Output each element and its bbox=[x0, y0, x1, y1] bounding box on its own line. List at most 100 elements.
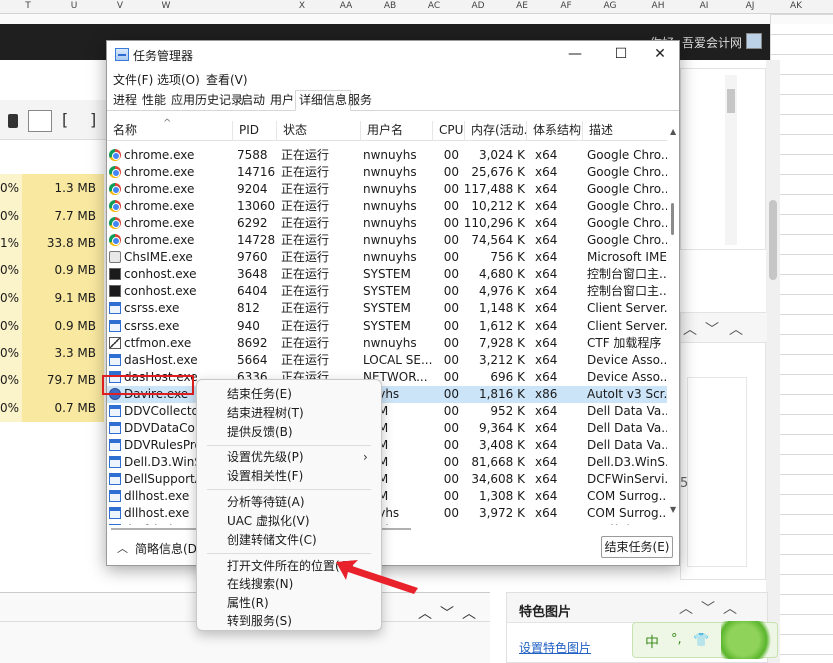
chevron-down-icon[interactable]: ﹀ bbox=[705, 319, 719, 339]
column-memory[interactable]: 内存(活动... bbox=[465, 121, 527, 141]
menu-file[interactable]: 文件(F) bbox=[113, 71, 153, 88]
menu-options[interactable]: 选项(O) bbox=[157, 71, 200, 88]
panel-toggle-icons[interactable]: ︿﹀︿ bbox=[679, 598, 745, 618]
table-row[interactable]: dllhost.exeTEM001,308 Kx64COM Surrog... bbox=[107, 488, 667, 505]
chevron-up-icon[interactable]: ︿ bbox=[462, 603, 476, 623]
menu-item-go-to-services[interactable]: 转到服务(S) bbox=[197, 612, 381, 631]
window-icon bbox=[109, 421, 121, 434]
table-row[interactable]: conhost.exe 3648 正在运行 SYSTEM 00 4,680 K x64 控制台… bbox=[107, 266, 667, 283]
process-name: chrome.exe bbox=[124, 199, 195, 214]
table-row[interactable]: ChsIME.exe 9760 正在运行 nwnuyhs 00 756 K x64 Micro… bbox=[107, 249, 667, 266]
menu-item-feedback[interactable]: 提供反馈(B) bbox=[197, 423, 381, 442]
table-row[interactable]: csrss.exe 812 正在运行 SYSTEM 00 1,148 K x64 Client… bbox=[107, 300, 667, 317]
cpu-cell: 00 bbox=[443, 386, 459, 401]
tab-details[interactable]: 详细信息 bbox=[295, 90, 352, 111]
table-row[interactable]: DDVCollectorSTEM00952 Kx64Dell Data Va..… bbox=[107, 403, 667, 420]
chevron-up-icon[interactable]: ︿ bbox=[729, 319, 743, 339]
menu-item-analyze-wait-chain[interactable]: 分析等待链(A) bbox=[197, 493, 381, 512]
column-label: AI bbox=[699, 1, 709, 11]
table-row[interactable]: chrome.exe 7588 正在运行 nwnuyhs 00 3,024 K x64 Goo… bbox=[107, 147, 667, 164]
site-name-link[interactable]: 吾爱会计网 bbox=[682, 34, 742, 51]
tab-startup[interactable]: 启动 bbox=[237, 90, 269, 111]
window-icon bbox=[109, 319, 121, 332]
panel-scrollbar[interactable] bbox=[725, 75, 737, 245]
tab-app-history[interactable]: 应用历史记录 bbox=[167, 90, 247, 111]
menu-item-uac-virtualization[interactable]: UAC 虚拟化(V) bbox=[197, 512, 381, 531]
ime-language-toggle[interactable]: 中 bbox=[645, 632, 659, 652]
description-cell: DCFWinServi... bbox=[587, 471, 667, 486]
tool-icon[interactable] bbox=[8, 114, 18, 128]
status-cell: 正在运行 bbox=[281, 284, 330, 299]
user-cell: SYSTEM bbox=[363, 318, 411, 333]
ime-skin-icon[interactable]: 👕 bbox=[693, 633, 709, 648]
bracket-open-icon[interactable]: [ bbox=[62, 110, 68, 129]
menu-item-set-priority[interactable]: 设置优先级(P) › bbox=[197, 448, 381, 467]
user-cell: SYSTEM bbox=[363, 301, 411, 316]
set-featured-image-link[interactable]: 设置特色图片 bbox=[519, 639, 591, 656]
frame-tool-icon[interactable] bbox=[28, 110, 52, 132]
column-pid[interactable]: PID bbox=[233, 121, 277, 141]
column-user[interactable]: 用户名 bbox=[361, 121, 433, 141]
chrome-icon bbox=[109, 183, 121, 196]
table-row[interactable]: chrome.exe 14728 正在运行 nwnuyhs 00 74,564 K x64 G… bbox=[107, 232, 667, 249]
avatar[interactable] bbox=[746, 33, 762, 49]
chevron-down-icon[interactable]: ﹀ bbox=[440, 603, 454, 623]
table-row[interactable]: DellSupportAsTEM0034,608 Kx64DCFWinServi… bbox=[107, 471, 667, 488]
table-row[interactable]: chrome.exe 6292 正在运行 nwnuyhs 00 110,296 K x64 G… bbox=[107, 215, 667, 232]
chevron-up-icon[interactable]: ︿ bbox=[418, 603, 432, 623]
scrollbar-thumb[interactable] bbox=[769, 200, 777, 280]
table-row[interactable]: chrome.exe 14716 正在运行 nwnuyhs 00 25,676 K x64 G… bbox=[107, 164, 667, 181]
scrollbar-thumb[interactable] bbox=[727, 89, 735, 113]
table-row[interactable]: dptf_helper.exnuyhs00600 Kx64Intel(R) Dy… bbox=[107, 522, 667, 525]
page-scrollbar[interactable] bbox=[766, 60, 780, 663]
pid-cell: 6404 bbox=[237, 284, 268, 299]
table-row[interactable]: dllhost.exenuyhs003,972 Kx64COM Surrog..… bbox=[107, 505, 667, 522]
table-row[interactable]: dasHost.exe 5664 正在运行 LOCAL SE... 00 3,212 K x… bbox=[107, 352, 667, 369]
scroll-down-icon[interactable]: ▼ bbox=[670, 505, 676, 514]
chrome-icon bbox=[109, 217, 121, 230]
architecture-cell: x64 bbox=[535, 199, 558, 214]
architecture-cell: x64 bbox=[535, 318, 558, 333]
ime-toolbar[interactable]: 中 °, 👕 bbox=[632, 621, 778, 659]
architecture-cell: x64 bbox=[535, 471, 558, 486]
end-task-button[interactable]: 结束任务(E) bbox=[601, 536, 673, 558]
table-row[interactable]: csrss.exe 940 正在运行 SYSTEM 00 1,612 K x64 Client… bbox=[107, 318, 667, 335]
name-cell: chrome.exe bbox=[107, 181, 233, 198]
tab-services[interactable]: 服务 bbox=[344, 90, 376, 111]
chevron-up-icon[interactable]: ︿ bbox=[683, 319, 697, 339]
bracket-close-icon[interactable]: ] bbox=[90, 110, 96, 129]
fewer-details-button[interactable]: 简略信息(D) bbox=[135, 540, 202, 557]
column-label: AD bbox=[471, 1, 485, 11]
menu-view[interactable]: 查看(V) bbox=[206, 71, 248, 88]
table-row[interactable]: ctfmon.exe 8692 正在运行 nwnuyhs 00 7,928 K x64 CTF… bbox=[107, 335, 667, 352]
table-row[interactable]: Dell.D3.WinSvTEM0081,668 Kx64Dell.D3.Win… bbox=[107, 454, 667, 471]
menu-item-set-affinity[interactable]: 设置相关性(F) bbox=[197, 467, 381, 486]
close-button[interactable]: ✕ bbox=[637, 41, 683, 69]
tab-performance[interactable]: 性能 bbox=[138, 90, 170, 111]
tab-processes[interactable]: 进程 bbox=[109, 90, 141, 111]
tab-users[interactable]: 用户 bbox=[266, 90, 298, 111]
menu-item-end-process-tree[interactable]: 结束进程树(T) bbox=[197, 404, 381, 423]
scrollbar-thumb[interactable] bbox=[671, 203, 674, 235]
column-name[interactable]: 名称 ^ bbox=[107, 118, 233, 141]
cpu-cell: 00 bbox=[433, 522, 463, 525]
column-status[interactable]: 状态 bbox=[277, 121, 361, 141]
table-row[interactable]: chrome.exe 9204 正在运行 nwnuyhs 00 117,488 K x64 G… bbox=[107, 181, 667, 198]
scroll-up-icon[interactable]: ▲ bbox=[670, 127, 676, 136]
chevron-up-icon[interactable]: ︿ bbox=[117, 540, 128, 556]
column-label: X bbox=[298, 1, 306, 11]
ime-punct-toggle[interactable]: °, bbox=[671, 632, 682, 647]
minimize-button[interactable]: — bbox=[552, 41, 598, 69]
cpu-percent: 0% bbox=[0, 366, 22, 394]
table-row[interactable]: DDVRulesProcTEM003,408 Kx64Dell Data Va.… bbox=[107, 437, 667, 454]
column-architecture[interactable]: 体系结构 bbox=[527, 121, 583, 141]
menu-separator bbox=[207, 489, 371, 490]
column-cpu[interactable]: CPU bbox=[433, 121, 465, 141]
grid-vertical-scrollbar[interactable]: ▲ ▼ bbox=[667, 121, 679, 525]
column-description[interactable]: 描述 bbox=[583, 121, 667, 141]
menu-item-end-task[interactable]: 结束任务(E) bbox=[197, 385, 381, 404]
title-bar[interactable]: 任务管理器 — ☐ ✕ bbox=[107, 41, 679, 69]
table-row[interactable]: DDVDataColleTEM009,364 Kx64Dell Data Va.… bbox=[107, 420, 667, 437]
table-row[interactable]: conhost.exe 6404 正在运行 SYSTEM 00 4,976 K x64 控制台… bbox=[107, 283, 667, 300]
table-row[interactable]: chrome.exe 13060 正在运行 nwnuyhs 00 10,212 K x64 G… bbox=[107, 198, 667, 215]
